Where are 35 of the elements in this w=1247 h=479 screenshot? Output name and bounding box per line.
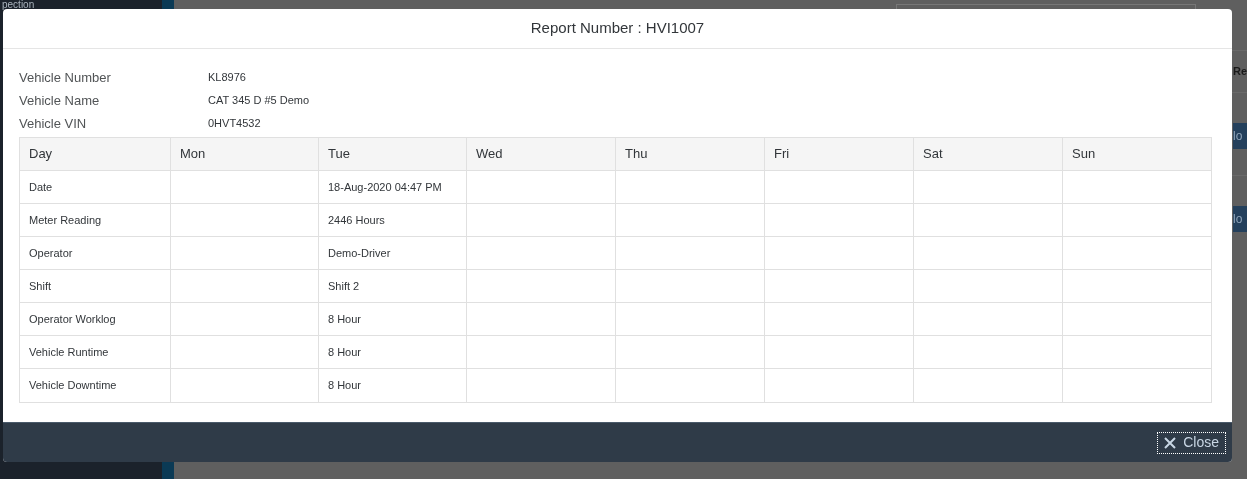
row-label: Date <box>20 171 170 204</box>
row-label: Vehicle Downtime <box>28 378 118 394</box>
column-header: Wed <box>466 138 615 171</box>
column-header: Tue <box>318 138 466 171</box>
column-header: Fri <box>764 138 913 171</box>
row-label: Shift <box>20 270 170 303</box>
column-header: Day <box>20 138 170 171</box>
table-cell: 2446 Hours <box>318 204 466 237</box>
field-label: Vehicle VIN <box>19 114 88 133</box>
field-value: 0HVT4532 <box>208 116 261 132</box>
table-cell: 8 Hour <box>318 369 466 402</box>
field-label: Vehicle Number <box>19 68 112 87</box>
close-icon <box>1164 436 1177 449</box>
field-label: Vehicle Name <box>19 91 101 110</box>
row-button[interactable]: lo <box>1233 123 1247 149</box>
row-label: Vehicle Runtime <box>20 336 170 369</box>
table-cell: 8 Hour <box>318 303 466 336</box>
column-header: Thu <box>615 138 764 171</box>
close-button[interactable]: Close <box>1157 431 1226 454</box>
column-header: Sat <box>913 138 1062 171</box>
field-value: KL8976 <box>208 70 246 86</box>
field-value: CAT 345 D #5 Demo <box>208 93 310 109</box>
row-label: Operator Worklog <box>20 303 170 336</box>
column-header: Mon <box>170 138 318 171</box>
table-cell: Shift 2 <box>318 270 466 303</box>
row-button[interactable]: lo <box>1233 206 1247 232</box>
sidebar-title[interactable]: pection <box>0 0 162 9</box>
dialog-title: Report Number : HVI1007 <box>530 18 705 39</box>
table-cell: Demo-Driver <box>318 237 466 270</box>
column-header: Re <box>1233 65 1247 77</box>
row-label: Meter Reading <box>20 204 170 237</box>
column-header: Sun <box>1062 138 1211 171</box>
table-cell: 18-Aug-2020 04:47 PM <box>318 171 466 204</box>
table-cell: 8 Hour <box>318 336 466 369</box>
row-label: Operator <box>20 237 170 270</box>
